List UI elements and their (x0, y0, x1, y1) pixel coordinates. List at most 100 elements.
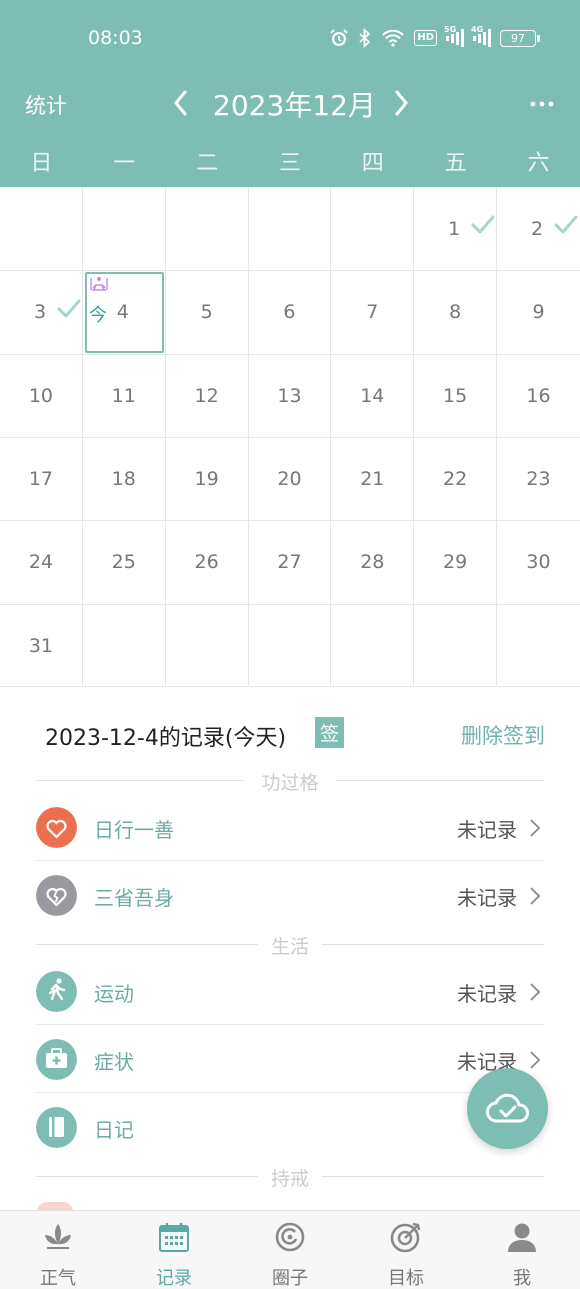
calendar-day-cell[interactable]: 17 (0, 437, 83, 521)
calendar-day-cell[interactable]: 20 (249, 437, 332, 521)
month-title: 2023年12月 (213, 89, 376, 122)
calendar-day-cell[interactable]: 9 (497, 271, 580, 353)
day-number: 6 (283, 301, 296, 324)
calendar-day-cell[interactable]: 12 (166, 354, 249, 437)
calendar-day-cell[interactable]: 5 (166, 271, 249, 354)
day-number: 4 (116, 301, 129, 324)
calendar-icon (159, 1223, 189, 1252)
next-month-icon[interactable] (388, 86, 414, 120)
calendar-day-cell[interactable]: 19 (166, 437, 249, 521)
prev-month-icon[interactable] (168, 86, 194, 120)
day-number: 7 (366, 301, 379, 324)
chevron-right-icon (530, 819, 541, 837)
calendar-day-cell[interactable]: 24 (0, 521, 83, 604)
status-icons: HD 5G 4G 97 (329, 25, 540, 48)
chevron-right-icon (530, 983, 541, 1001)
nav-item-goals[interactable]: 目标 (348, 1211, 464, 1289)
calendar-day-cell[interactable]: 26 (166, 521, 249, 604)
nav-item-me[interactable]: 我 (464, 1211, 580, 1289)
calendar-day-cell[interactable]: 23 (497, 438, 580, 520)
calendar-day-cell[interactable]: 2 (497, 187, 580, 270)
calendar-day-cell[interactable]: 8 (414, 271, 498, 354)
target-icon (390, 1222, 421, 1253)
calendar-week-row: 17 18 19 20 21 22 23 (0, 436, 580, 521)
calendar-empty-cell (249, 187, 332, 271)
calendar-day-cell[interactable]: 1 (414, 187, 498, 271)
toolbar: 统计 2023年12月 (0, 78, 580, 130)
calendar-day-cell[interactable]: 14 (331, 354, 415, 437)
status-time: 08:03 (88, 27, 143, 49)
calendar-week-row: 12 (0, 187, 580, 271)
calendar-day-cell[interactable]: 10 (0, 354, 83, 437)
record-item-symptoms[interactable]: 症状 未记录 (36, 1026, 544, 1093)
calendar-day-cell[interactable]: 16 (497, 355, 580, 437)
calendar-empty-cell (331, 187, 415, 271)
calendar-empty-cell (249, 604, 332, 687)
weekday-label: 四 (361, 151, 384, 176)
user-icon (508, 1223, 536, 1252)
weekday-label: 二 (196, 151, 219, 176)
calendar-empty-cell (0, 187, 83, 271)
record-item-self-reflection[interactable]: 三省吾身 未记录 (36, 862, 544, 929)
calendar-day-cell[interactable]: 11 (83, 354, 166, 437)
delete-sign-button[interactable]: 删除签到 (461, 720, 545, 750)
day-number: 22 (443, 468, 468, 491)
heart-icon (36, 807, 77, 848)
day-number: 19 (194, 468, 219, 491)
day-number: 1 (448, 217, 461, 240)
calendar-day-cell[interactable]: 31 (0, 604, 83, 687)
day-number: 26 (194, 551, 219, 574)
cloud-sync-button[interactable] (467, 1068, 548, 1149)
section-label: 功过格 (261, 772, 319, 794)
notebook-icon (36, 1107, 77, 1148)
calendar-empty-cell (83, 187, 166, 271)
wifi-icon (381, 29, 405, 47)
calendar-day-cell[interactable]: 22 (414, 437, 498, 521)
calendar-week-row: 10 11 12 13 14 15 16 (0, 353, 580, 437)
calendar-day-cell[interactable]: 7 (331, 271, 415, 354)
calendar-day-cell[interactable]: 13 (249, 354, 332, 437)
calendar-day-cell[interactable]: 21 (331, 437, 415, 521)
day-number: 23 (526, 468, 551, 491)
day-number: 15 (443, 384, 468, 407)
calendar-day-cell[interactable]: 30 (497, 521, 580, 603)
day-number: 25 (111, 551, 136, 574)
record-item-good-deed[interactable]: 日行一善 未记录 (36, 794, 544, 861)
calendar-day-cell[interactable]: 今4 (83, 271, 166, 354)
records-header: 2023-12-4的记录(今天) 签 删除签到 (0, 688, 580, 768)
section-divider: 生活 (36, 932, 544, 958)
calendar-empty-cell (331, 604, 415, 687)
nav-item-records[interactable]: 记录 (116, 1211, 232, 1289)
weekday-label: 五 (444, 151, 467, 176)
section-divider: 持戒 (36, 1164, 544, 1190)
section-label: 生活 (270, 936, 309, 958)
more-icon[interactable] (527, 92, 557, 116)
weekday-header: 日一二三四五六 (0, 140, 580, 187)
calendar-week-row: 31 (0, 603, 580, 687)
calendar-week-row: 24 25 26 27 28 29 30 (0, 520, 580, 604)
calendar-day-cell[interactable]: 6 (249, 271, 332, 354)
records-title: 2023-12-4的记录(今天) (45, 726, 287, 751)
day-number: 14 (360, 384, 385, 407)
day-number: 2 (531, 217, 544, 240)
calendar-day-cell[interactable]: 27 (249, 521, 332, 604)
calendar-day-cell[interactable]: 25 (83, 521, 166, 604)
calendar-day-cell[interactable]: 29 (414, 521, 498, 604)
day-number: 9 (532, 301, 545, 324)
weekday-label: 六 (527, 151, 550, 176)
calendar-day-cell[interactable]: 3 (0, 271, 83, 354)
nav-item-circle[interactable]: 圈子 (232, 1211, 348, 1289)
stats-button[interactable]: 统计 (25, 90, 67, 120)
calendar-day-cell[interactable]: 18 (83, 437, 166, 521)
signal-5g-icon: 5G (444, 25, 464, 47)
calendar-empty-cell (166, 187, 249, 271)
day-number: 3 (33, 301, 47, 324)
record-item-exercise[interactable]: 运动 未记录 (36, 958, 544, 1025)
calendar-day-cell[interactable]: 15 (414, 354, 498, 437)
day-number: 10 (28, 384, 54, 407)
lotus-icon (45, 1224, 71, 1249)
nav-item-zhengqi[interactable]: 正气 (0, 1211, 116, 1289)
day-number: 13 (277, 384, 302, 407)
status-bar: 08:03 HD 5G 4G 97 (0, 0, 580, 78)
calendar-day-cell[interactable]: 28 (331, 521, 415, 604)
